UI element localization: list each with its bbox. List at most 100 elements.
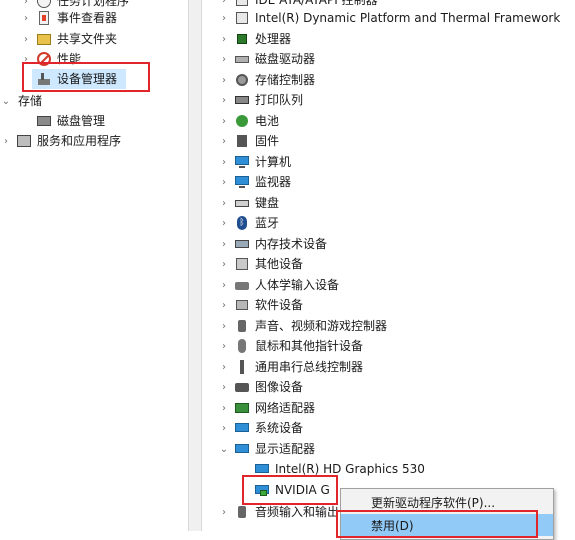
- device-category-label: 磁盘驱动器: [255, 52, 316, 66]
- software-device-icon: [234, 297, 250, 313]
- chevron-right-icon[interactable]: ›: [218, 70, 230, 90]
- device-category-firmware[interactable]: › 固件: [218, 131, 279, 151]
- pane-splitter[interactable]: [188, 0, 202, 531]
- chevron-right-icon[interactable]: ›: [218, 357, 230, 377]
- system-device-icon: [234, 420, 250, 436]
- ide-icon: [234, 0, 250, 8]
- device-category-label: 其他设备: [255, 257, 304, 271]
- device-category-memory-tech[interactable]: › 内存技术设备: [218, 234, 327, 254]
- chevron-right-icon[interactable]: ›: [218, 295, 230, 315]
- chevron-right-icon[interactable]: ›: [20, 8, 32, 28]
- device-category-batteries[interactable]: › 电池: [218, 111, 279, 131]
- chevron-right-icon[interactable]: ›: [0, 131, 12, 151]
- tree-item-disk-management[interactable]: 磁盘管理: [32, 111, 105, 131]
- device-category-audio-io[interactable]: › 音频输入和输出: [218, 502, 339, 522]
- device-tree-pane: › IDE ATA/ATAPI 控制器 › Intel(R) Dynamic P…: [202, 0, 575, 531]
- keyboard-icon: [234, 195, 250, 211]
- chevron-right-icon[interactable]: ›: [218, 8, 230, 28]
- device-category-usb[interactable]: › 通用串行总线控制器: [218, 357, 363, 377]
- memory-icon: [234, 236, 250, 252]
- device-category-keyboards[interactable]: › 键盘: [218, 193, 279, 213]
- chevron-right-icon[interactable]: ›: [218, 49, 230, 69]
- shared-folder-icon: [36, 31, 52, 47]
- other-devices-icon: [234, 256, 250, 272]
- device-category-storage-controllers[interactable]: › 存储控制器: [218, 70, 315, 90]
- chevron-right-icon[interactable]: ›: [218, 275, 230, 295]
- chevron-right-icon[interactable]: ›: [20, 29, 32, 49]
- tree-item-services-apps[interactable]: › 服务和应用程序: [0, 131, 121, 151]
- display-adapter-icon: [234, 441, 250, 457]
- device-category-thermal[interactable]: › Intel(R) Dynamic Platform and Thermal …: [218, 8, 560, 28]
- device-category-other[interactable]: › 其他设备: [218, 254, 303, 274]
- storage-controller-icon: [234, 72, 250, 88]
- device-category-bluetooth[interactable]: › ᛒ 蓝牙: [218, 213, 279, 233]
- device-category-label: 系统设备: [255, 421, 304, 435]
- device-category-software[interactable]: › 软件设备: [218, 295, 303, 315]
- device-category-label: 内存技术设备: [255, 237, 328, 251]
- tree-item-label: 事件查看器: [57, 11, 118, 25]
- device-category-label: Intel(R) Dynamic Platform and Thermal Fr…: [255, 11, 561, 25]
- device-manager-highlight: [22, 62, 150, 92]
- chevron-right-icon[interactable]: ›: [218, 254, 230, 274]
- thermal-icon: [234, 10, 250, 26]
- tree-item-shared-folders[interactable]: › 共享文件夹: [20, 29, 117, 49]
- tree-item-label: 存储: [18, 94, 43, 108]
- device-category-label: 计算机: [255, 155, 292, 169]
- chevron-right-icon[interactable]: ›: [218, 131, 230, 151]
- processor-icon: [234, 31, 250, 47]
- device-category-label: 人体学输入设备: [255, 278, 340, 292]
- chevron-right-icon[interactable]: ›: [218, 111, 230, 131]
- device-category-mice[interactable]: › 鼠标和其他指针设备: [218, 336, 363, 356]
- tree-item-event-viewer[interactable]: › 事件查看器: [20, 8, 117, 28]
- computer-icon: [234, 154, 250, 170]
- bluetooth-icon: ᛒ: [234, 215, 250, 231]
- chevron-down-icon[interactable]: ⌄: [0, 91, 12, 111]
- disk-management-icon: [36, 113, 52, 129]
- device-category-label: 监视器: [255, 175, 292, 189]
- camera-icon: [234, 379, 250, 395]
- device-category-imaging[interactable]: › 图像设备: [218, 377, 303, 397]
- services-icon: [16, 133, 32, 149]
- chevron-right-icon[interactable]: ›: [218, 502, 230, 522]
- chevron-right-icon[interactable]: ›: [218, 29, 230, 49]
- chevron-right-icon[interactable]: ›: [218, 336, 230, 356]
- tree-item-storage[interactable]: ⌄ 存储: [0, 91, 42, 111]
- chevron-right-icon[interactable]: ›: [218, 234, 230, 254]
- chevron-right-icon[interactable]: ›: [218, 398, 230, 418]
- device-category-computer[interactable]: › 计算机: [218, 152, 291, 172]
- device-category-label: 音频输入和输出: [255, 505, 340, 519]
- network-adapter-icon: [234, 400, 250, 416]
- chevron-right-icon[interactable]: ›: [218, 152, 230, 172]
- device-category-label: 打印队列: [255, 93, 304, 107]
- event-viewer-icon: [36, 10, 52, 26]
- device-category-system[interactable]: › 系统设备: [218, 418, 303, 438]
- chevron-right-icon[interactable]: ›: [218, 193, 230, 213]
- chevron-right-icon[interactable]: ›: [218, 213, 230, 233]
- device-category-print-queues[interactable]: › 打印队列: [218, 90, 303, 110]
- device-category-display[interactable]: ⌄ 显示适配器: [218, 439, 315, 459]
- firmware-icon: [234, 133, 250, 149]
- tree-item-label: 服务和应用程序: [37, 134, 122, 148]
- device-category-network[interactable]: › 网络适配器: [218, 398, 315, 418]
- chevron-down-icon[interactable]: ⌄: [218, 439, 230, 459]
- device-category-label: 蓝牙: [255, 216, 280, 230]
- device-category-label: 声音、视频和游戏控制器: [255, 319, 388, 333]
- device-category-disk-drives[interactable]: › 磁盘驱动器: [218, 49, 315, 69]
- printer-icon: [234, 92, 250, 108]
- device-category-label: 通用串行总线控制器: [255, 360, 364, 374]
- device-category-monitors[interactable]: › 监视器: [218, 172, 291, 192]
- tree-item-label: 共享文件夹: [57, 32, 118, 46]
- chevron-right-icon[interactable]: ›: [218, 418, 230, 438]
- console-tree-pane: › 任务计划程序 › 事件查看器 › 共享文件夹 › 性能 设备管理器 ⌄ 存储…: [0, 0, 188, 531]
- device-category-label: 网络适配器: [255, 401, 316, 415]
- chevron-right-icon[interactable]: ›: [218, 172, 230, 192]
- device-category-hid[interactable]: › 人体学输入设备: [218, 275, 339, 295]
- chevron-right-icon[interactable]: ›: [218, 90, 230, 110]
- device-category-label: 图像设备: [255, 380, 304, 394]
- mouse-icon: [234, 338, 250, 354]
- monitor-icon: [234, 174, 250, 190]
- chevron-right-icon[interactable]: ›: [218, 316, 230, 336]
- device-category-processor[interactable]: › 处理器: [218, 29, 291, 49]
- chevron-right-icon[interactable]: ›: [218, 377, 230, 397]
- device-category-audio[interactable]: › 声音、视频和游戏控制器: [218, 316, 387, 336]
